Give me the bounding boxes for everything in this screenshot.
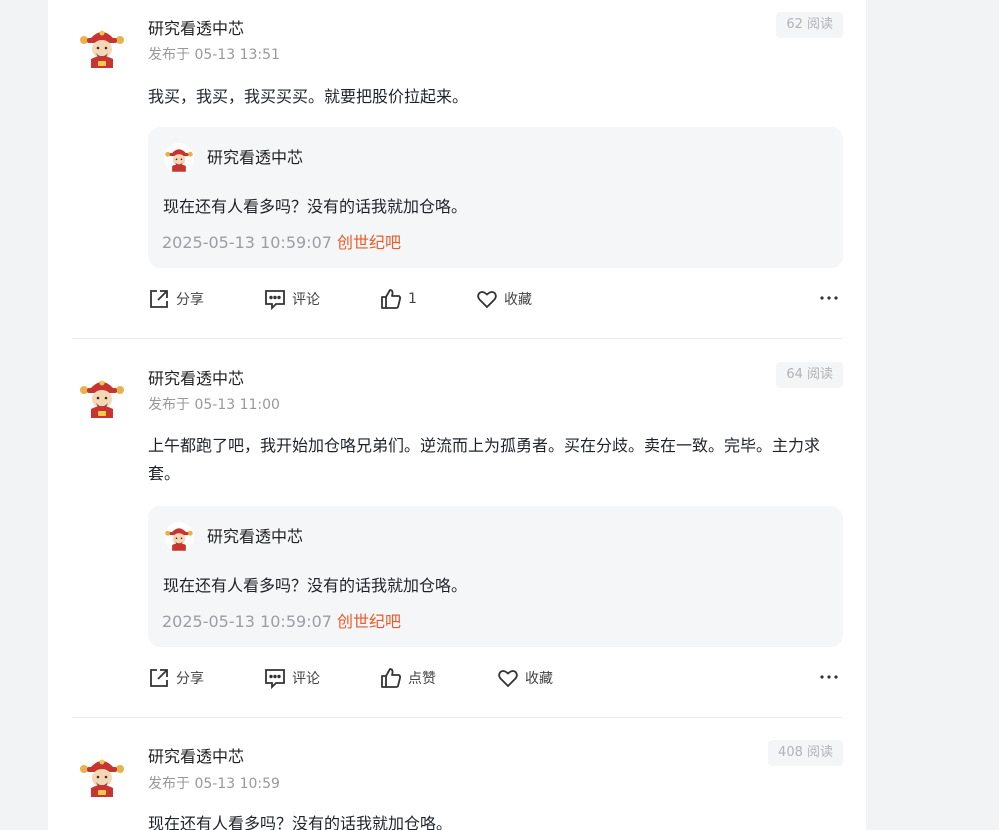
author-name[interactable]: 研究看透中芯 — [148, 747, 244, 767]
quoted-author-avatar — [164, 143, 194, 173]
post-card: 研究看透中芯 发布于 05-13 13:51 62 阅读 我买，我买，我买买买。… — [72, 0, 843, 339]
feed-panel: 研究看透中芯 发布于 05-13 13:51 62 阅读 我买，我买，我买买买。… — [48, 0, 866, 830]
like-label: 点赞 — [408, 671, 436, 687]
more-icon[interactable] — [819, 667, 839, 687]
like-button[interactable]: 点赞 — [380, 666, 436, 690]
share-button[interactable]: 分享 — [148, 287, 204, 311]
quoted-author-avatar — [164, 522, 194, 552]
comment-label: 评论 — [292, 671, 320, 687]
share-icon — [150, 290, 168, 308]
quoted-post-text: 现在还有人看多吗？没有的话我就加仓咯。 — [163, 576, 468, 595]
author-avatar[interactable] — [78, 751, 126, 799]
share-label: 分享 — [176, 292, 204, 308]
favorite-button[interactable]: 收藏 — [497, 666, 553, 690]
post-card: 研究看透中芯 发布于 05-13 10:59 408 阅读 现在还有人看多吗？没… — [72, 718, 843, 830]
quoted-post-time: 2025-05-13 10:59:07 — [162, 612, 332, 631]
post-time: 发布于 05-13 11:00 — [148, 397, 280, 413]
favorite-label: 收藏 — [525, 671, 553, 687]
post-time: 发布于 05-13 10:59 — [148, 776, 280, 792]
heart-icon — [498, 670, 518, 688]
read-count-badge: 64 阅读 — [776, 362, 843, 388]
quoted-post-time: 2025-05-13 10:59:07 — [162, 233, 332, 252]
heart-icon — [477, 291, 497, 309]
author-avatar[interactable] — [78, 372, 126, 420]
quoted-post-forum-link[interactable]: 创世纪吧 — [337, 611, 401, 633]
like-button[interactable]: 1 — [380, 287, 417, 311]
favorite-label: 收藏 — [504, 292, 532, 308]
post-time: 发布于 05-13 13:51 — [148, 47, 280, 63]
quoted-post-forum-link[interactable]: 创世纪吧 — [337, 232, 401, 254]
share-icon — [150, 669, 168, 687]
share-button[interactable]: 分享 — [148, 666, 204, 690]
more-icon[interactable] — [819, 288, 839, 308]
favorite-button[interactable]: 收藏 — [476, 287, 532, 311]
post-card: 研究看透中芯 发布于 05-13 11:00 64 阅读 上午都跑了吧，我开始加… — [72, 339, 843, 718]
post-content[interactable]: 我买，我买，我买买买。就要把股价拉起来。 — [148, 83, 843, 111]
quoted-author-name[interactable]: 研究看透中芯 — [207, 147, 303, 169]
quoted-post-card[interactable]: 研究看透中芯 现在还有人看多吗？没有的话我就加仓咯。 2025-05-13 10… — [148, 127, 843, 268]
comment-button[interactable]: 评论 — [264, 666, 320, 690]
post-content[interactable]: 上午都跑了吧，我开始加仓咯兄弟们。逆流而上为孤勇者。买在分歧。卖在一致。完毕。主… — [148, 432, 843, 488]
like-count: 1 — [408, 291, 417, 307]
thumbs-up-icon — [381, 289, 402, 309]
author-name[interactable]: 研究看透中芯 — [148, 19, 244, 39]
comment-button[interactable]: 评论 — [264, 287, 320, 311]
share-label: 分享 — [176, 671, 204, 687]
quoted-post-card[interactable]: 研究看透中芯 现在还有人看多吗？没有的话我就加仓咯。 2025-05-13 10… — [148, 506, 843, 647]
read-count-badge: 62 阅读 — [776, 12, 843, 38]
thumbs-up-icon — [381, 668, 402, 688]
comment-icon — [265, 290, 285, 310]
author-avatar[interactable] — [78, 22, 126, 70]
quoted-author-name[interactable]: 研究看透中芯 — [207, 526, 303, 548]
read-count-badge: 408 阅读 — [768, 740, 843, 766]
comment-label: 评论 — [292, 292, 320, 308]
post-content[interactable]: 现在还有人看多吗？没有的话我就加仓咯。 — [148, 810, 843, 830]
comment-icon — [265, 669, 285, 689]
author-name[interactable]: 研究看透中芯 — [148, 369, 244, 389]
quoted-post-text: 现在还有人看多吗？没有的话我就加仓咯。 — [163, 197, 468, 216]
